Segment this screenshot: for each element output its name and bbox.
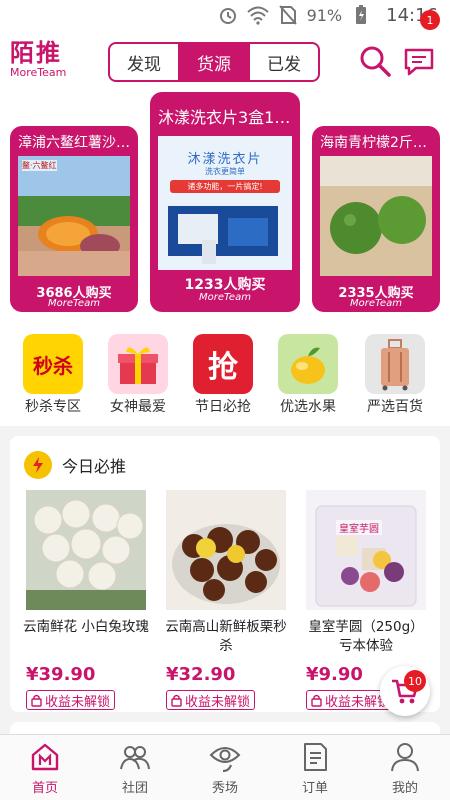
cart-badge: 10 — [404, 670, 426, 692]
category-fruit[interactable]: 优选水果 — [273, 334, 343, 418]
tab-discover[interactable]: 发现 — [110, 44, 180, 80]
product-brand-text: 沐漾洗衣片 — [187, 152, 263, 167]
battery-percent: 91% — [306, 5, 343, 25]
earnings-locked-text: 收益未解锁 — [45, 694, 111, 710]
rose-image — [26, 490, 146, 610]
order-icon — [299, 741, 331, 773]
wifi-icon — [246, 4, 269, 26]
product-name: 皇室芋圆（250g）亏本体验 — [308, 619, 424, 654]
product-price: ¥39.90 — [26, 664, 96, 685]
nav-orders[interactable]: 订单 — [270, 735, 360, 800]
nav-label: 首页 — [31, 781, 58, 796]
earnings-locked-text: 收益未解锁 — [185, 694, 251, 710]
banner-card[interactable]: 海南青柠檬2斤送… 2335人购买 MoreTeam — [312, 126, 440, 312]
product-card[interactable]: 云南高山新鲜板栗秒杀 ¥32.90 收益未解锁 — [162, 490, 290, 711]
nav-label: 秀场 — [211, 781, 238, 796]
bottom-nav: 首页 社团 秀场 订单 我的 — [0, 734, 450, 800]
category-label: 秒杀专区 — [25, 399, 81, 415]
category-label: 严选百货 — [367, 399, 423, 415]
gift-icon — [108, 334, 168, 394]
nav-home[interactable]: 首页 — [0, 735, 90, 800]
chestnut-image — [166, 490, 286, 610]
package-label: 皇室芋圆 — [336, 520, 382, 535]
status-bar: 91% 14:16 — [0, 0, 450, 30]
tab-sent[interactable]: 已发 — [250, 44, 318, 80]
banner-card-brand: MoreTeam — [48, 298, 100, 309]
banner-card[interactable]: 漳浦六鳌红薯沙… 鳌·六鳌红 3686人购买 MoreTeam — [10, 126, 138, 312]
nav-show[interactable]: 秀场 — [180, 735, 270, 800]
next-section-edge — [10, 722, 440, 734]
logo-text: 陌推 — [10, 39, 62, 67]
banner-card-title: 漳浦六鳌红薯沙… — [18, 135, 130, 151]
earnings-locked-badge[interactable]: 收益未解锁 — [26, 690, 116, 710]
product-name: 云南高山新鲜板栗秒杀 — [165, 619, 287, 654]
category-label: 优选水果 — [280, 399, 336, 415]
app-logo: 陌推 MoreTeam — [10, 40, 80, 82]
category-goddess[interactable]: 女神最爱 — [103, 334, 173, 418]
user-icon — [389, 741, 421, 773]
product-name: 云南鲜花 小白兔玫瑰 — [23, 619, 149, 635]
banner-card-title: 海南青柠檬2斤送… — [320, 135, 440, 151]
lime-image — [320, 156, 432, 276]
flash-sale-icon: 秒杀 — [23, 334, 83, 394]
product-card[interactable]: 云南鲜花 小白兔玫瑰 ¥39.90 收益未解锁 — [22, 490, 150, 711]
mango-icon — [278, 334, 338, 394]
category-row: 秒杀 秒杀专区 女神最爱 抢 节日必抢 优选水果 严选百货 — [0, 322, 450, 426]
nav-group[interactable]: 社团 — [90, 735, 180, 800]
banner-card-brand: MoreTeam — [350, 298, 402, 309]
banner-card-buyers: 1233人购买 — [184, 277, 266, 293]
product-sub-text: 洗衣更简单 — [205, 167, 245, 176]
grab-icon-text: 抢 — [208, 350, 238, 385]
today-recommend-section: 今日必推 云南鲜花 小白兔玫瑰 ¥39.90 收益未解锁 云南高山新鲜板栗秒杀 … — [10, 436, 440, 712]
search-icon[interactable] — [358, 44, 392, 78]
luggage-icon — [365, 334, 425, 394]
message-badge: 1 — [420, 10, 440, 30]
eye-icon — [209, 741, 241, 773]
product-price: ¥32.90 — [166, 664, 236, 685]
category-goods[interactable]: 严选百货 — [360, 334, 430, 418]
category-label: 女神最爱 — [110, 399, 166, 415]
earnings-locked-badge[interactable]: 收益未解锁 — [166, 690, 256, 710]
grab-icon: 抢 — [193, 334, 253, 394]
section-header: 今日必推 — [24, 450, 126, 480]
flash-sale-icon-text: 秒杀 — [33, 353, 73, 378]
lock-icon — [311, 694, 322, 707]
nav-profile[interactable]: 我的 — [360, 735, 450, 800]
nav-label: 订单 — [301, 781, 328, 796]
category-festival[interactable]: 抢 节日必抢 — [188, 334, 258, 418]
category-label: 节日必抢 — [195, 399, 251, 415]
taro-ball-image: 皇室芋圆 — [306, 490, 426, 610]
featured-banner: 漳浦六鳌红薯沙… 鳌·六鳌红 3686人购买 MoreTeam 沐漾洗衣片3盒1… — [0, 92, 450, 322]
banner-card[interactable]: 沐漾洗衣片3盒1… 沐漾洗衣片 洗衣更简单 诸多功能，一片搞定! 1233人购买… — [150, 92, 300, 312]
logo-subtext: MoreTeam — [10, 66, 67, 79]
battery-icon — [350, 4, 372, 26]
brand-stamp: 鳌·六鳌红 — [22, 160, 57, 171]
top-tabs: 发现 货源 已发 — [108, 42, 320, 82]
product-tag: 诸多功能，一片搞定! — [170, 180, 280, 193]
home-icon — [29, 741, 61, 773]
alarm-icon — [217, 4, 239, 26]
lock-icon — [31, 694, 42, 707]
lock-icon — [171, 694, 182, 707]
category-flash-sale[interactable]: 秒杀 秒杀专区 — [18, 334, 88, 418]
banner-card-title: 沐漾洗衣片3盒1… — [158, 108, 291, 127]
sweet-potato-image — [18, 156, 130, 276]
nav-label: 我的 — [391, 781, 418, 796]
message-icon[interactable] — [402, 44, 436, 78]
banner-card-brand: MoreTeam — [199, 292, 251, 303]
section-title: 今日必推 — [62, 457, 127, 476]
group-icon — [119, 741, 151, 773]
tab-supply[interactable]: 货源 — [180, 44, 250, 80]
lightning-icon — [24, 451, 52, 479]
no-sim-icon — [277, 4, 299, 26]
app-header: 陌推 MoreTeam 发现 货源 已发 — [0, 30, 450, 92]
nav-label: 社团 — [121, 781, 148, 796]
